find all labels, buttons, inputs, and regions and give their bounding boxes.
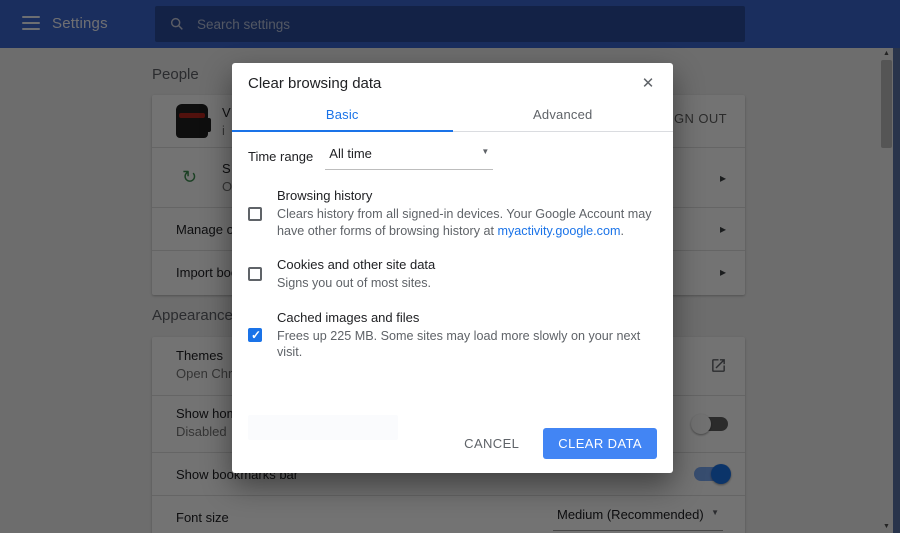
ghost-artifact [248,415,398,440]
item-desc: Frees up 225 MB. Some sites may load mor… [277,328,663,361]
cookies-checkbox[interactable] [248,267,262,281]
tab-advanced[interactable]: Advanced [453,100,674,131]
clear-browsing-data-dialog: Clear browsing data ✕ Basic Advanced Tim… [232,63,673,473]
desc-text: . [620,224,624,238]
cookies-item: Cookies and other site data Signs you ou… [248,257,663,292]
close-icon[interactable]: ✕ [637,73,659,95]
item-desc: Clears history from all signed-in device… [277,206,663,239]
dropdown-arrow-icon: ▼ [481,147,489,156]
time-range-label: Time range [248,149,313,170]
myactivity-link[interactable]: myactivity.google.com [498,224,621,238]
item-title: Cached images and files [277,310,663,325]
cached-images-item: Cached images and files Frees up 225 MB.… [248,310,663,361]
item-desc: Signs you out of most sites. [277,275,435,292]
dialog-tabs: Basic Advanced [232,100,673,132]
item-title: Cookies and other site data [277,257,435,272]
cancel-button[interactable]: CANCEL [450,428,533,459]
tab-basic[interactable]: Basic [232,100,453,132]
time-range-row: Time range All time ▼ [248,145,663,170]
dialog-footer: CANCEL CLEAR DATA [450,428,657,459]
browsing-history-checkbox[interactable] [248,207,262,221]
cached-images-checkbox[interactable] [248,328,262,342]
item-title: Browsing history [277,188,663,203]
time-range-value: All time [329,146,372,161]
time-range-select[interactable]: All time ▼ [325,145,493,170]
browsing-history-item: Browsing history Clears history from all… [248,188,663,239]
clear-data-button[interactable]: CLEAR DATA [543,428,657,459]
dialog-title: Clear browsing data [248,75,381,92]
